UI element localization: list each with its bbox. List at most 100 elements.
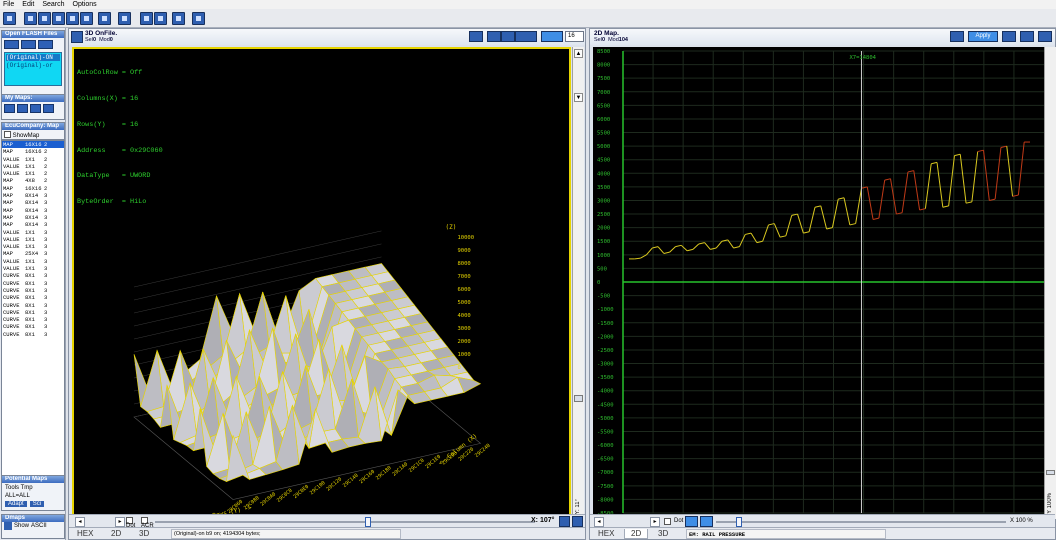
split-icon[interactable] [154, 12, 167, 25]
2d-line-plot[interactable]: 8500800075007000650060005500500045004000… [593, 47, 1044, 519]
y-zoom-thumb[interactable] [1046, 470, 1055, 475]
scroll-down-icon[interactable]: ▼ [574, 93, 583, 102]
map-list-row[interactable]: CURVE 8X1 3 [2, 287, 64, 294]
map-list-row[interactable]: CURVE 8X1 3 [2, 323, 64, 330]
3d-view-button[interactable] [572, 516, 583, 527]
map-list-row[interactable]: MAP 4X8 2 [2, 177, 64, 184]
menu-edit[interactable]: Edit [22, 1, 34, 8]
scroll-up-icon[interactable]: ▲ [574, 49, 583, 58]
tab-3d[interactable]: 3D [133, 529, 155, 539]
map-list-row[interactable]: VALUE 1X1 2 [2, 170, 64, 177]
3d-close-button[interactable] [501, 31, 515, 42]
map-list[interactable]: MAP 16X16 2 MAP 16X16 2 VALUE 1X1 2 VALUE 1X1 2 VALU… [1, 140, 65, 500]
map-list-row[interactable]: MAP 8X14 3 [2, 221, 64, 228]
map-list-row[interactable]: CURVE 8X1 3 [2, 302, 64, 309]
save-map-button[interactable] [30, 104, 41, 113]
new-map-button[interactable] [4, 104, 15, 113]
x-zoom-thumb[interactable] [736, 517, 742, 527]
calculator-icon[interactable] [192, 12, 205, 25]
sci-button[interactable]: Sci [29, 501, 45, 507]
3d-step-left-button[interactable]: ◂ [75, 517, 85, 527]
3d-step-right-button[interactable]: ▸ [115, 517, 125, 527]
2d-vertical-scrollbar[interactable]: Y 100% [1044, 47, 1056, 519]
map-list-row[interactable]: VALUE 1X1 2 [2, 156, 64, 163]
2d-viewport[interactable]: 8500 8000 7500 7000 6500 6000 5500 5000 4500 4000… [593, 47, 1044, 519]
map-list-row[interactable]: MAP 8X14 3 [2, 192, 64, 199]
2d-zoom-button[interactable] [1002, 31, 1016, 42]
dmaps-button[interactable] [4, 522, 12, 530]
3d-toggle-button[interactable] [541, 31, 563, 42]
3d-grid-button[interactable] [515, 31, 537, 42]
columns-combo[interactable]: 16 [565, 31, 584, 42]
3d-vertical-scrollbar[interactable]: ▲ ▼ Y: 11° [572, 47, 584, 519]
map-list-row[interactable]: CURVE 8X1 3 [2, 316, 64, 323]
map-list-row[interactable]: VALUE 1X1 3 [2, 229, 64, 236]
map-options-button[interactable] [43, 104, 54, 113]
3d-surface-plot[interactable]: 1000090008000700060005000400030002000100… [74, 49, 569, 515]
2d-export-button[interactable] [950, 31, 964, 42]
x-rotation-track[interactable] [155, 521, 535, 523]
map-list-row[interactable]: MAP 8X14 3 [2, 214, 64, 221]
menu-file[interactable]: File [3, 1, 14, 8]
flash-file-item[interactable]: (Original)-or [6, 62, 60, 69]
next-icon[interactable] [52, 12, 65, 25]
tab-2d[interactable]: 2D [105, 529, 127, 539]
2d-step-left-button[interactable]: ◂ [594, 517, 604, 527]
map-list-row[interactable]: VALUE 1X1 2 [2, 163, 64, 170]
flash-file-list[interactable]: (Original)-ON (Original)-or [4, 52, 62, 86]
2d-dot-checkbox[interactable] [664, 518, 671, 525]
map-list-row[interactable]: VALUE 1X1 3 [2, 258, 64, 265]
map-list-row[interactable]: CURVE 8X1 3 [2, 272, 64, 279]
x-zoom-track[interactable] [716, 521, 1006, 523]
2d-mode-b-button[interactable] [700, 516, 713, 527]
flash-file-item[interactable]: (Original)-ON [6, 54, 60, 61]
first-icon[interactable] [24, 12, 37, 25]
map-list-row[interactable]: MAP 8X14 3 [2, 199, 64, 206]
potential-item[interactable]: ALL=ALL [5, 492, 61, 500]
3d-zoom-button[interactable] [469, 31, 483, 42]
columns-icon[interactable] [140, 12, 153, 25]
last-icon[interactable] [66, 12, 79, 25]
show-map-checkbox[interactable] [4, 131, 11, 138]
map-list-row[interactable]: MAP 16X16 2 [2, 141, 64, 149]
x-rotation-thumb[interactable] [365, 517, 371, 527]
map-list-row[interactable]: MAP 16X16 2 [2, 148, 64, 155]
3d-viewport[interactable]: AutoColRow = Off Columns(X) = 16 Rows(Y)… [72, 47, 571, 517]
open-folder-button[interactable] [4, 40, 19, 49]
2d-step-right-button[interactable]: ▸ [650, 517, 660, 527]
find-icon[interactable] [80, 12, 93, 25]
mountain-icon[interactable] [98, 12, 111, 25]
map-list-row[interactable]: VALUE 1X1 3 [2, 243, 64, 250]
map-list-row[interactable]: VALUE 1X1 3 [2, 265, 64, 272]
close-file-button[interactable] [38, 40, 53, 49]
compare-button[interactable] [21, 40, 36, 49]
map-list-row[interactable]: CURVE 8X1 3 [2, 294, 64, 301]
menu-options[interactable]: Options [73, 1, 97, 8]
map-list-row[interactable]: CURVE 8X1 3 [2, 280, 64, 287]
2d-mode-a-button[interactable] [685, 516, 698, 527]
2d-layers-button[interactable] [1038, 31, 1052, 42]
tab-hex[interactable]: HEX [592, 529, 620, 539]
tab-2d[interactable]: 2D [624, 529, 649, 539]
map-list-row[interactable]: CURVE 8X1 3 [2, 309, 64, 316]
tab-3d[interactable]: 3D [652, 529, 674, 539]
open-file-icon[interactable] [3, 12, 16, 25]
map-list-row[interactable]: MAP 8X14 3 [2, 207, 64, 214]
2d-pointer-button[interactable] [1020, 31, 1034, 42]
map-list-row[interactable]: MAP 16X16 2 [2, 185, 64, 192]
open-map-button[interactable] [17, 104, 28, 113]
map-list-row[interactable]: VALUE 1X1 3 [2, 236, 64, 243]
apply-button[interactable]: Apply [968, 31, 998, 42]
adapt-button[interactable]: Adapt [5, 501, 27, 507]
3d-reset-button[interactable] [559, 516, 570, 527]
y-rotation-thumb[interactable] [574, 395, 583, 402]
potential-item[interactable]: Tools Tmp [5, 484, 61, 492]
window-icon[interactable] [118, 12, 131, 25]
menu-search[interactable]: Search [42, 1, 64, 8]
prev-icon[interactable] [38, 12, 51, 25]
map-list-row[interactable]: MAP 25X4 3 [2, 250, 64, 257]
person-icon[interactable] [172, 12, 185, 25]
map-list-row[interactable]: CURVE 8X1 3 [2, 331, 64, 338]
3d-rotate-button[interactable] [487, 31, 501, 42]
tab-hex[interactable]: HEX [71, 529, 99, 539]
